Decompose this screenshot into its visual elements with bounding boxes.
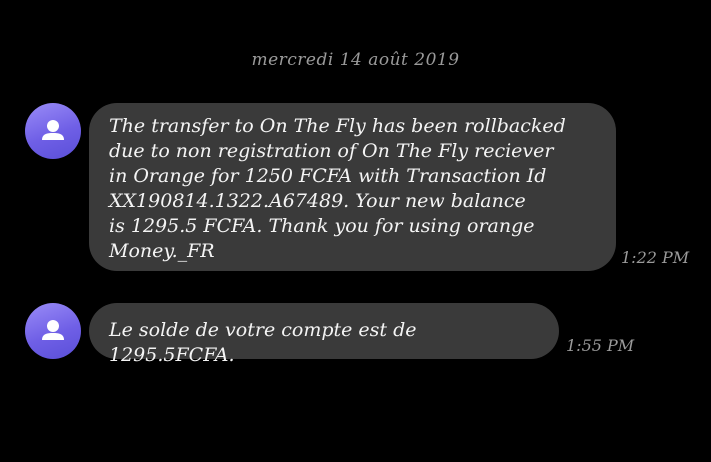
person-icon xyxy=(42,120,64,140)
sender-avatar[interactable] xyxy=(25,303,81,359)
message-timestamp: 1:55 PM xyxy=(566,336,635,355)
sender-avatar[interactable] xyxy=(25,103,81,159)
message-timestamp: 1:22 PM xyxy=(621,248,690,267)
message-bubble[interactable]: Le solde de votre compte est de 1295.5FC… xyxy=(89,303,559,366)
person-icon xyxy=(42,320,64,340)
date-header: mercredi 14 août 2019 xyxy=(251,50,460,70)
message-bubble[interactable]: The transfer to On The Fly has been roll… xyxy=(89,103,616,271)
